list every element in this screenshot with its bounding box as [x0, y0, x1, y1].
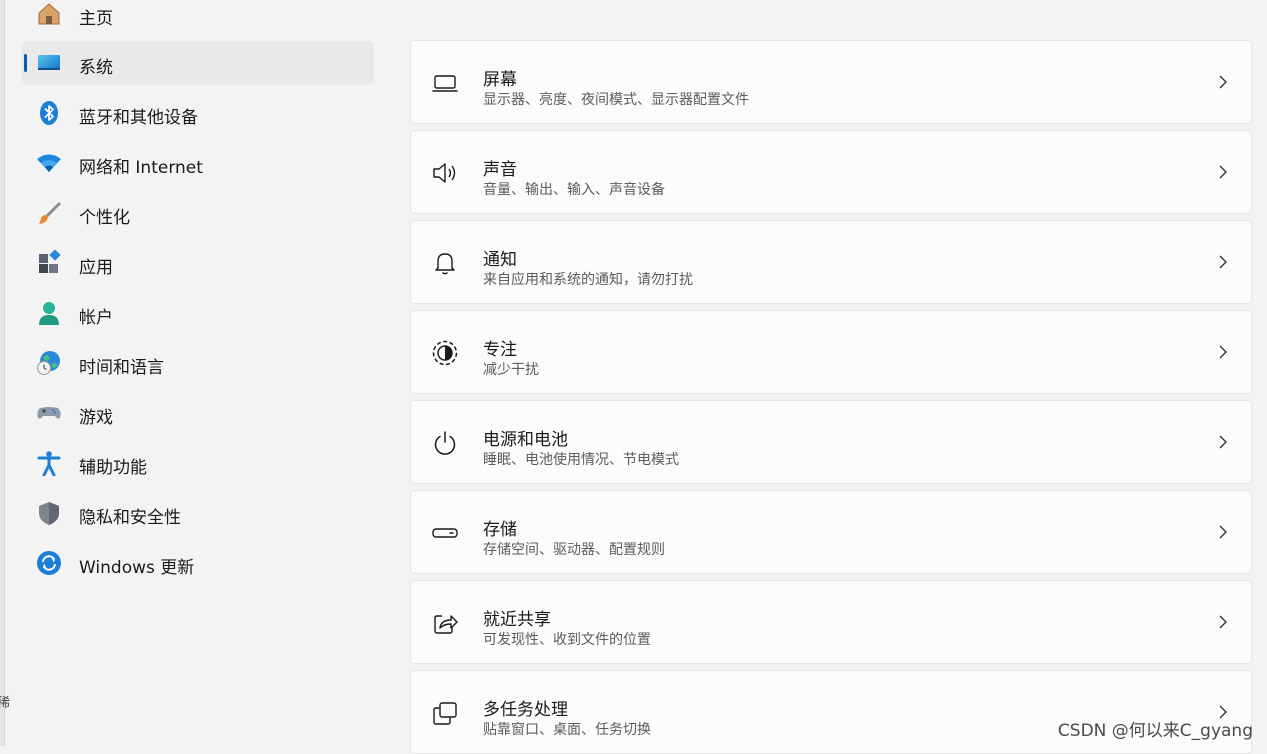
sidebar-item-system[interactable]: 系统	[22, 41, 374, 85]
card-focus[interactable]: 专注 减少干扰	[410, 310, 1252, 394]
card-nearby-sharing[interactable]: 就近共享 可发现性、收到文件的位置	[410, 580, 1252, 664]
sidebar-item-label: 个性化	[79, 208, 130, 228]
gaming-icon	[37, 407, 61, 419]
card-multitasking[interactable]: 多任务处理 贴靠窗口、桌面、任务切换	[410, 670, 1252, 754]
card-power-battery[interactable]: 电源和电池 睡眠、电池使用情况、节电模式	[410, 400, 1252, 484]
power-icon	[434, 431, 456, 455]
sidebar-item-label: 帐户	[79, 308, 113, 328]
sidebar-item-label: 游戏	[79, 408, 113, 428]
card-notifications[interactable]: 通知 来自应用和系统的通知，请勿打扰	[410, 220, 1252, 304]
card-subtitle: 音量、输出、输入、声音设备	[483, 182, 665, 198]
chevron-right-icon	[1219, 525, 1227, 539]
sidebar-item-apps[interactable]: 应用	[22, 241, 374, 285]
bluetooth-icon	[40, 101, 58, 125]
edge-glyph: 稀	[0, 696, 11, 711]
sidebar-item-label: 隐私和安全性	[79, 508, 181, 528]
card-title: 电源和电池	[483, 430, 568, 450]
card-title: 专注	[483, 340, 517, 360]
card-sound[interactable]: 声音 音量、输出、输入、声音设备	[410, 130, 1252, 214]
speaker-icon	[433, 163, 456, 183]
window-left-edge: 稀	[0, 0, 10, 746]
sidebar-item-label: 辅助功能	[79, 458, 147, 478]
apps-icon	[39, 250, 61, 273]
sidebar-item-label: 系统	[79, 58, 113, 78]
account-icon	[39, 302, 59, 325]
home-icon	[38, 3, 60, 25]
time-language-icon	[37, 351, 60, 375]
system-icon	[38, 55, 60, 70]
sidebar-item-home[interactable]: 主页	[22, 0, 374, 36]
card-title: 就近共享	[483, 610, 551, 630]
chevron-right-icon	[1219, 435, 1227, 449]
card-subtitle: 存储空间、驱动器、配置规则	[483, 542, 665, 558]
bell-icon	[435, 253, 455, 275]
chevron-right-icon	[1219, 75, 1227, 89]
csdn-watermark: CSDN @何以来C_gyang	[1057, 721, 1253, 741]
accessibility-icon	[37, 451, 61, 476]
update-icon	[37, 551, 61, 575]
sidebar-item-privacy[interactable]: 隐私和安全性	[22, 491, 374, 535]
card-subtitle: 睡眠、电池使用情况、节电模式	[483, 452, 679, 468]
sidebar-item-label: 应用	[79, 258, 113, 278]
brush-icon	[39, 202, 61, 224]
sidebar-item-label: 网络和 Internet	[79, 158, 203, 178]
card-title: 声音	[483, 160, 517, 180]
card-subtitle: 减少干扰	[483, 362, 539, 378]
chevron-right-icon	[1219, 255, 1227, 269]
sidebar-item-label: Windows 更新	[79, 558, 195, 578]
chevron-right-icon	[1219, 615, 1227, 629]
share-icon	[434, 615, 458, 634]
sidebar-item-accessibility[interactable]: 辅助功能	[22, 441, 374, 485]
sidebar-item-label: 主页	[79, 9, 113, 29]
wifi-icon	[37, 154, 61, 172]
sidebar-item-bluetooth[interactable]: 蓝牙和其他设备	[22, 91, 374, 135]
card-title: 存储	[483, 520, 517, 540]
sidebar-item-label: 时间和语言	[79, 358, 164, 378]
display-icon	[432, 75, 458, 92]
card-subtitle: 可发现性、收到文件的位置	[483, 632, 651, 648]
card-title: 屏幕	[483, 70, 517, 90]
sidebar-item-gaming[interactable]: 游戏	[22, 391, 374, 435]
card-subtitle: 来自应用和系统的通知，请勿打扰	[483, 272, 693, 288]
chevron-right-icon	[1219, 165, 1227, 179]
focus-icon	[432, 340, 458, 366]
shield-icon	[39, 502, 59, 525]
card-display[interactable]: 屏幕 显示器、亮度、夜间模式、显示器配置文件	[410, 40, 1252, 124]
sidebar-item-network[interactable]: 网络和 Internet	[22, 141, 374, 185]
card-title: 通知	[483, 250, 517, 270]
card-storage[interactable]: 存储 存储空间、驱动器、配置规则	[410, 490, 1252, 574]
card-subtitle: 贴靠窗口、桌面、任务切换	[483, 722, 651, 738]
sidebar-item-personalization[interactable]: 个性化	[22, 191, 374, 235]
multitask-icon	[433, 702, 457, 725]
card-title: 多任务处理	[483, 700, 568, 720]
sidebar-item-label: 蓝牙和其他设备	[79, 108, 198, 128]
sidebar: 主页 系统 蓝牙和其他设备 网络和 Internet 个性化 应用 帐户 时间和…	[22, 0, 376, 746]
chevron-right-icon	[1219, 345, 1227, 359]
sidebar-item-windows-update[interactable]: Windows 更新	[22, 541, 374, 585]
sidebar-item-time-language[interactable]: 时间和语言	[22, 341, 374, 385]
selection-indicator	[24, 54, 27, 72]
sidebar-item-accounts[interactable]: 帐户	[22, 291, 374, 335]
card-subtitle: 显示器、亮度、夜间模式、显示器配置文件	[483, 92, 749, 108]
storage-icon	[432, 528, 458, 538]
